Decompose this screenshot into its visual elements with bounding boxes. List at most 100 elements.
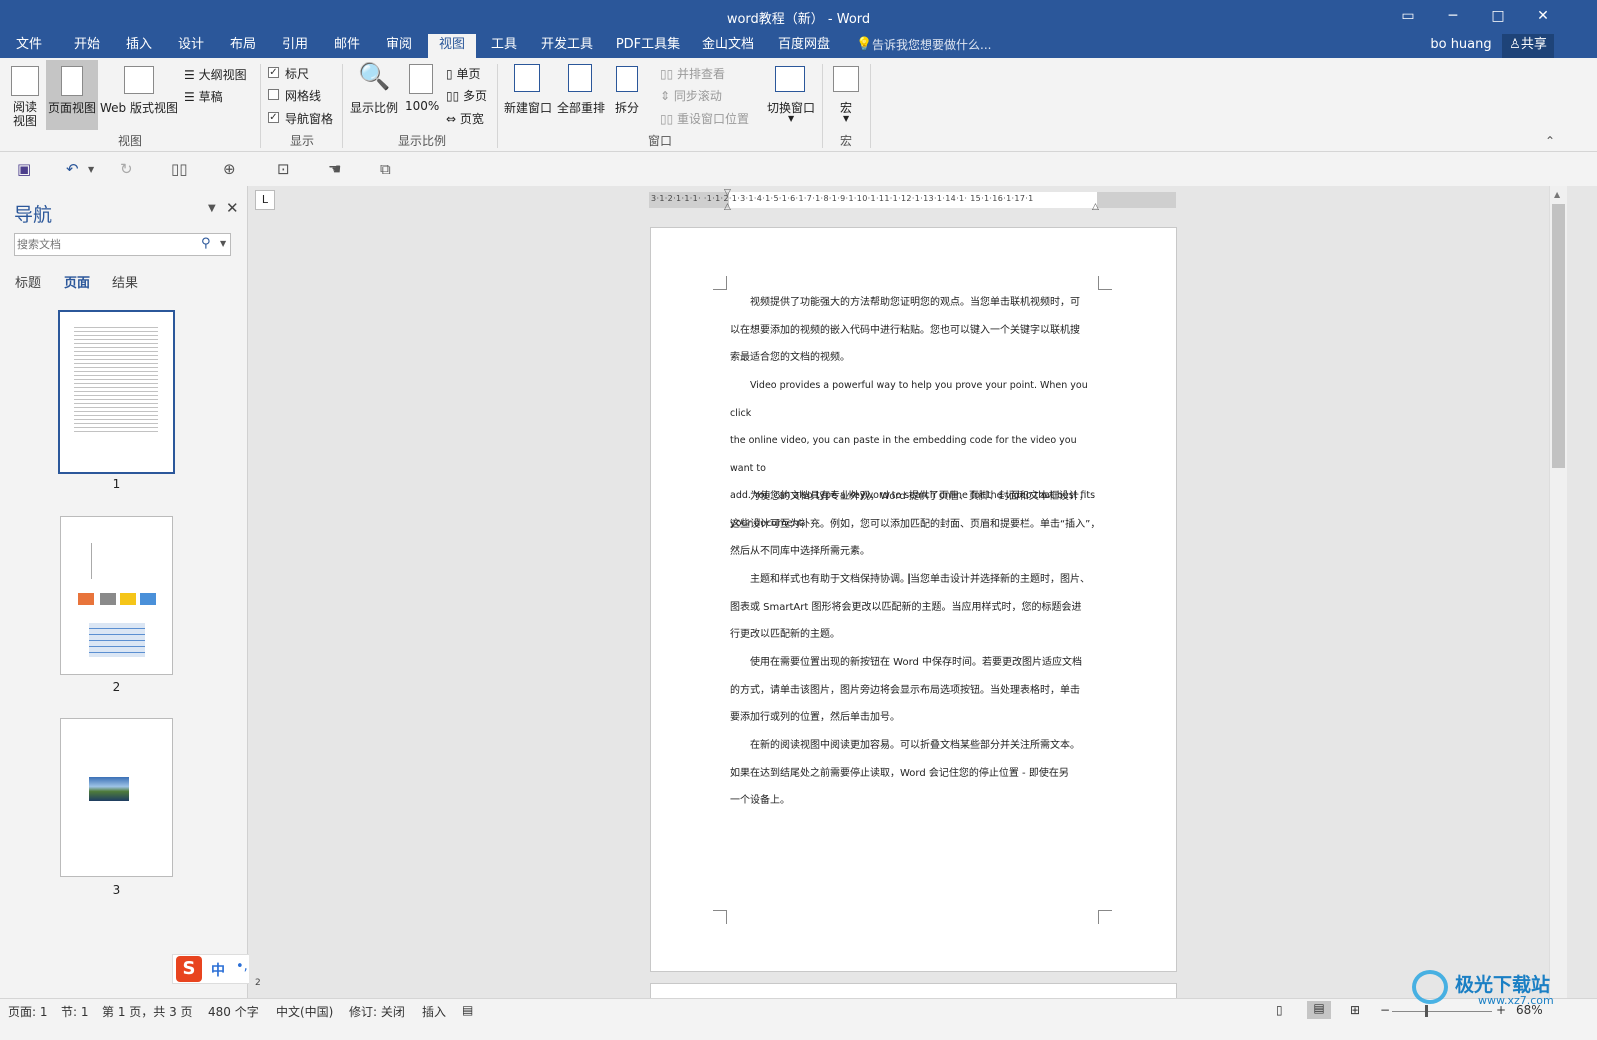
- document-paragraph[interactable]: 主题和样式也有助于文档保持协调。当您单击设计并选择新的主题时，图片、 图表或 S…: [730, 566, 1102, 649]
- vertical-scrollbar[interactable]: ▲: [1549, 186, 1567, 998]
- undo-icon[interactable]: ↶: [66, 160, 79, 178]
- tab-layout[interactable]: 布局: [220, 34, 266, 58]
- zoom-slider-thumb[interactable]: [1425, 1005, 1428, 1017]
- search-input[interactable]: [17, 236, 197, 253]
- page-width-button[interactable]: ⇔ 页宽: [446, 110, 484, 127]
- print-preview-icon[interactable]: ⊡: [277, 160, 290, 178]
- new-window-button[interactable]: 新建窗口: [504, 99, 552, 116]
- document-paragraph[interactable]: 为使您的文档具有专业外观，Word 提供了页眉、页脚、封面和文本框设计， 这些设…: [730, 483, 1102, 566]
- ime-language[interactable]: 中: [211, 960, 225, 980]
- status-page-count[interactable]: 第 1 页，共 3 页: [102, 1003, 193, 1020]
- zoom-100-button[interactable]: 100%: [405, 99, 439, 113]
- text-cursor-icon: I: [907, 572, 912, 588]
- page-thumbnail[interactable]: [60, 718, 173, 877]
- tab-insert[interactable]: 插入: [116, 34, 162, 58]
- tab-review[interactable]: 审阅: [376, 34, 422, 58]
- chevron-down-icon[interactable]: ▼: [220, 239, 226, 248]
- view-side-by-side-button[interactable]: ▯▯ 并排查看: [660, 65, 725, 82]
- tab-file[interactable]: 文件: [6, 34, 52, 58]
- tab-developer[interactable]: 开发工具: [536, 34, 598, 58]
- zoom-slider[interactable]: [1392, 1005, 1492, 1017]
- left-indent-marker[interactable]: △: [724, 202, 731, 212]
- arrange-all-button[interactable]: 全部重排: [557, 99, 605, 116]
- thumbnail-table: [89, 623, 145, 657]
- touch-mode-icon[interactable]: ☚: [328, 160, 341, 178]
- status-track-changes[interactable]: 修订: 关闭: [349, 1003, 405, 1020]
- one-page-button[interactable]: ▯ 单页: [446, 65, 480, 82]
- synchronous-scrolling-button[interactable]: ⇕ 同步滚动: [660, 87, 722, 104]
- print-layout-view-icon[interactable]: ▤: [1307, 1001, 1331, 1019]
- status-section[interactable]: 节: 1: [61, 1003, 89, 1020]
- side-by-side-icon: ▯▯: [660, 67, 674, 81]
- tab-view[interactable]: 视图: [428, 34, 476, 58]
- close-icon[interactable]: ✕: [226, 199, 239, 217]
- document-paragraph[interactable]: 在新的阅读视图中阅读更加容易。可以折叠文档某些部分并关注所需文本。 如果在达到结…: [730, 732, 1102, 815]
- tab-design[interactable]: 设计: [168, 34, 214, 58]
- tab-references[interactable]: 引用: [272, 34, 318, 58]
- minimize-icon[interactable]: ─: [1438, 4, 1468, 28]
- search-icon[interactable]: ⚲: [201, 236, 211, 251]
- share-button[interactable]: ♙共享: [1502, 34, 1554, 58]
- tab-pdf-tools[interactable]: PDF工具集: [610, 34, 686, 58]
- read-view-icon[interactable]: ▯▯: [171, 160, 188, 178]
- customize-icon[interactable]: ⧉: [380, 160, 391, 178]
- outline-button[interactable]: ☰ 大纲视图: [184, 66, 247, 83]
- tell-me-box[interactable]: 告诉我您想要做什么...: [872, 34, 1002, 58]
- right-indent-marker[interactable]: △: [1092, 202, 1099, 212]
- scroll-up-icon[interactable]: ▲: [1554, 190, 1560, 199]
- undo-dropdown-icon[interactable]: ▼: [88, 165, 94, 174]
- sogou-logo-icon[interactable]: S: [176, 956, 202, 982]
- collapse-ribbon-icon[interactable]: ⌃: [1545, 134, 1555, 148]
- gridlines-checkbox[interactable]: [268, 89, 279, 100]
- tab-results[interactable]: 结果: [112, 272, 138, 291]
- tab-pages[interactable]: 页面: [64, 272, 90, 291]
- watermark-logo-icon: [1412, 970, 1448, 1004]
- multiple-pages-button[interactable]: ▯▯ 多页: [446, 87, 487, 104]
- tab-mailings[interactable]: 邮件: [324, 34, 370, 58]
- page-thumbnail[interactable]: [58, 310, 175, 474]
- web-icon[interactable]: ⊕: [223, 160, 236, 178]
- scrollbar-thumb[interactable]: [1552, 204, 1565, 468]
- chevron-down-icon: ▼: [788, 114, 795, 123]
- redo-icon[interactable]: ↻: [120, 160, 133, 178]
- text-line: 为使您的文档具有专业外观，Word 提供了页眉、页脚、封面和文本框设计，: [750, 491, 1089, 502]
- tab-headings[interactable]: 标题: [15, 272, 41, 291]
- document-paragraph[interactable]: 视频提供了功能强大的方法帮助您证明您的观点。当您单击联机视频时，可 以在想要添加…: [730, 289, 1102, 372]
- tab-tools[interactable]: 工具: [482, 34, 526, 58]
- maximize-icon[interactable]: □: [1483, 4, 1513, 28]
- ribbon-display-options-icon[interactable]: ▭: [1393, 4, 1423, 28]
- draft-button[interactable]: ☰ 草稿: [184, 88, 223, 105]
- show-group-label: 显示: [289, 134, 314, 148]
- web-layout-view-icon[interactable]: ⊞: [1350, 1003, 1360, 1017]
- ime-punctuation[interactable]: •,: [236, 959, 248, 974]
- read-mode-button[interactable]: 阅读 视图: [13, 100, 37, 128]
- save-icon[interactable]: ▣: [17, 160, 31, 178]
- horizontal-ruler[interactable]: 3·1·2·1·1·1· ·1·1·2·1·3·1·4·1·5·1·6·1·7·…: [649, 188, 1176, 212]
- split-button[interactable]: 拆分: [615, 99, 639, 116]
- ruler-checkbox[interactable]: ✓: [268, 67, 279, 78]
- tab-stop-selector[interactable]: L: [255, 190, 275, 210]
- tab-kingsoft-docs[interactable]: 金山文档: [696, 34, 760, 58]
- read-mode-view-icon[interactable]: ▯: [1276, 1003, 1283, 1017]
- page-thumbnail[interactable]: [60, 516, 173, 675]
- status-page[interactable]: 页面: 1: [8, 1003, 48, 1020]
- nav-options-icon[interactable]: ▼: [208, 203, 216, 214]
- status-language[interactable]: 中文(中国): [276, 1003, 333, 1020]
- first-line-indent-marker[interactable]: ▽: [724, 188, 731, 198]
- tab-baidu-netdisk[interactable]: 百度网盘: [772, 34, 836, 58]
- status-word-count[interactable]: 480 个字: [208, 1003, 259, 1020]
- reset-window-position-button[interactable]: ▯▯ 重设窗口位置: [660, 110, 749, 127]
- thumbnail-page-number: 3: [112, 883, 121, 897]
- macro-record-icon[interactable]: ▤: [462, 1003, 473, 1017]
- nav-pane-checkbox[interactable]: ✓: [268, 112, 279, 123]
- zoom-out-icon[interactable]: −: [1380, 1003, 1390, 1017]
- status-insert-mode[interactable]: 插入: [422, 1003, 446, 1020]
- document-paragraph[interactable]: 使用在需要位置出现的新按钮在 Word 中保存时间。若要更改图片适应文档 的方式…: [730, 649, 1102, 732]
- tab-home[interactable]: 开始: [64, 34, 110, 58]
- close-icon[interactable]: ✕: [1528, 4, 1558, 28]
- ruler-numbers: 3·1·2·1·1·1· ·1·1·2·1·3·1·4·1·5·1·6·1·7·…: [651, 194, 1034, 203]
- user-name[interactable]: bo huang: [1426, 34, 1496, 58]
- document-page[interactable]: [650, 983, 1177, 999]
- web-layout-button[interactable]: Web 版式视图: [100, 99, 178, 116]
- zoom-button[interactable]: 显示比例: [350, 99, 398, 116]
